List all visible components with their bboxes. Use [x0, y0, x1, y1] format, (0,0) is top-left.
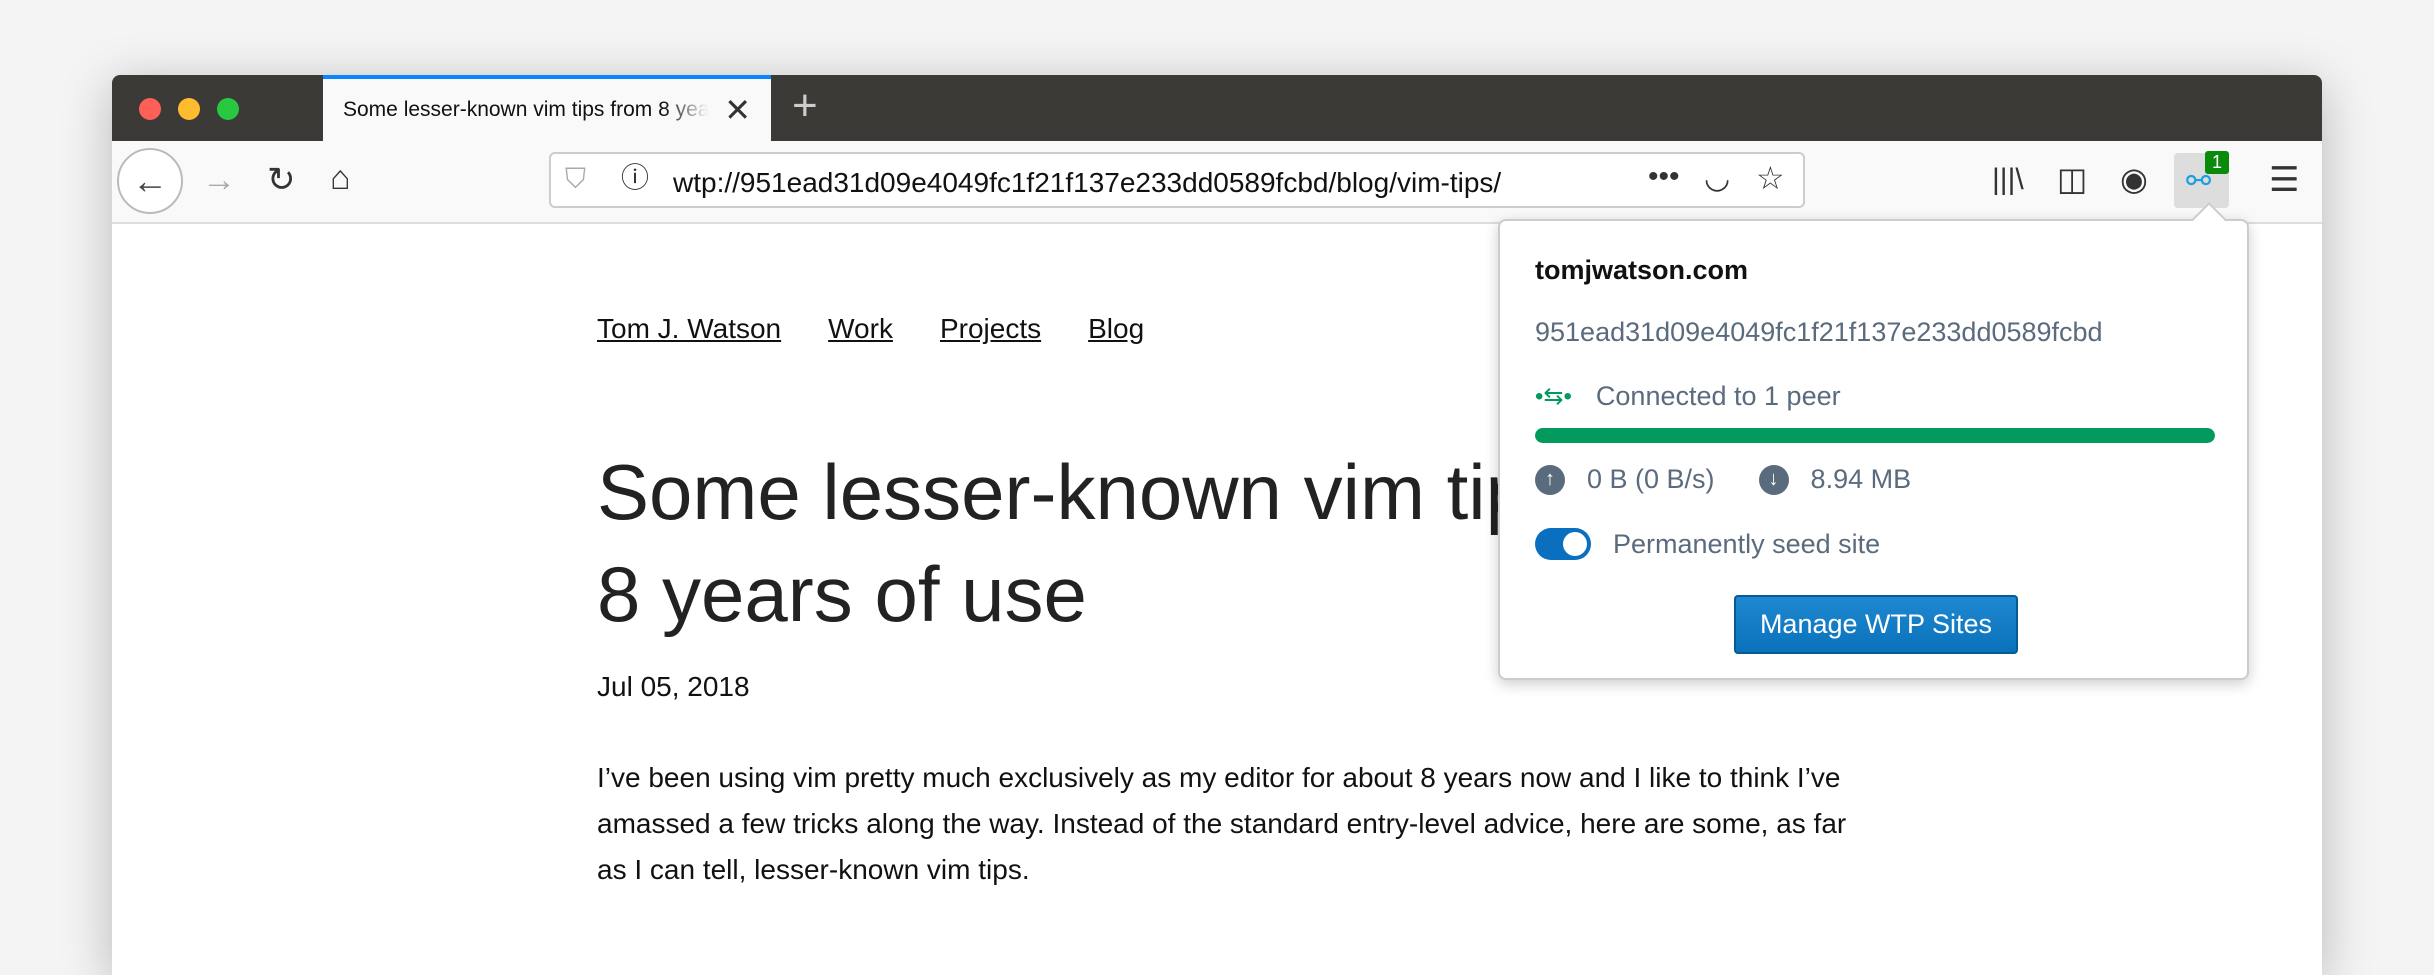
pocket-icon[interactable]: ◡: [1704, 164, 1730, 194]
uploaded-value: 0 B (0 B/s): [1587, 464, 1715, 494]
minimize-window-button[interactable]: [178, 98, 200, 120]
article-paragraph: I’ve been using vim pretty much exclusiv…: [597, 762, 1847, 885]
seed-toggle[interactable]: [1535, 528, 1591, 560]
nav-blog[interactable]: Blog: [1088, 313, 1144, 345]
site-name: tomjwatson.com: [1535, 255, 1749, 285]
reload-button[interactable]: ↻: [267, 163, 296, 197]
page-actions-icon[interactable]: •••: [1648, 162, 1680, 192]
progress-fill: [1535, 428, 2215, 443]
wtp-extension-button[interactable]: ⚯ 1: [2174, 151, 2229, 208]
connection-text: Connected to 1 peer: [1595, 381, 1841, 411]
tab-active[interactable]: Some lesser-known vim tips from 8 years …: [323, 75, 771, 141]
account-icon[interactable]: ◉: [2120, 163, 2148, 195]
new-tab-button[interactable]: +: [792, 81, 818, 131]
tab-bar: Some lesser-known vim tips from 8 years …: [112, 75, 2322, 141]
sidebar-icon[interactable]: ◫: [2057, 163, 2087, 195]
download-icon: ↓: [1758, 464, 1789, 495]
nav-toolbar: ← → ↻ ⌂ ⛉ ⓘ wtp://951ead31d09e4049fc1f21…: [112, 141, 2322, 224]
extension-badge: 1: [2204, 151, 2229, 174]
bookmark-star-icon[interactable]: ☆: [1756, 162, 1785, 194]
nav-projects[interactable]: Projects: [940, 313, 1041, 345]
close-tab-icon[interactable]: ✕: [724, 91, 751, 129]
back-button[interactable]: ←: [117, 148, 183, 214]
tab-title: Some lesser-known vim tips from 8 years …: [343, 98, 708, 121]
seed-label: Permanently seed site: [1613, 528, 1881, 559]
upload-icon: ↑: [1535, 464, 1565, 495]
info-icon[interactable]: ⓘ: [621, 164, 649, 192]
article-date: Jul 05, 2018: [597, 671, 750, 702]
url-text[interactable]: wtp://951ead31d09e4049fc1f21f137e233dd05…: [673, 167, 1501, 199]
download-progress-bar: [1535, 428, 2215, 443]
site-nav: Tom J. Watson Work Projects Blog: [597, 313, 1191, 345]
site-hash: 951ead31d09e4049fc1f21f137e233dd0589fcbd: [1535, 317, 2103, 347]
seed-row: Permanently seed site: [1535, 528, 1880, 560]
forward-button[interactable]: →: [202, 163, 236, 197]
library-icon[interactable]: |||\: [1992, 165, 2024, 195]
nav-work[interactable]: Work: [828, 313, 893, 345]
close-window-button[interactable]: [139, 98, 161, 120]
browser-window: Some lesser-known vim tips from 8 years …: [112, 75, 2322, 975]
transfer-stats: ↑ 0 B (0 B/s) ↓ 8.94 MB: [1535, 464, 1911, 495]
url-bar[interactable]: ⛉ ⓘ wtp://951ead31d09e4049fc1f21f137e233…: [549, 152, 1805, 208]
zoom-window-button[interactable]: [217, 98, 239, 120]
home-button[interactable]: ⌂: [330, 161, 351, 195]
peer-exchange-icon: •⇆•: [1535, 383, 1572, 410]
downloaded-value: 8.94 MB: [1810, 464, 1912, 494]
wtp-popup: tomjwatson.com 951ead31d09e4049fc1f21f13…: [1498, 202, 2249, 680]
connection-status: •⇆• Connected to 1 peer: [1535, 381, 1841, 412]
manage-wtp-sites-button[interactable]: Manage WTP Sites: [1734, 595, 2018, 654]
shield-icon[interactable]: ⛉: [565, 165, 586, 193]
menu-icon[interactable]: ☰: [2269, 163, 2299, 197]
nav-home[interactable]: Tom J. Watson: [597, 313, 781, 345]
